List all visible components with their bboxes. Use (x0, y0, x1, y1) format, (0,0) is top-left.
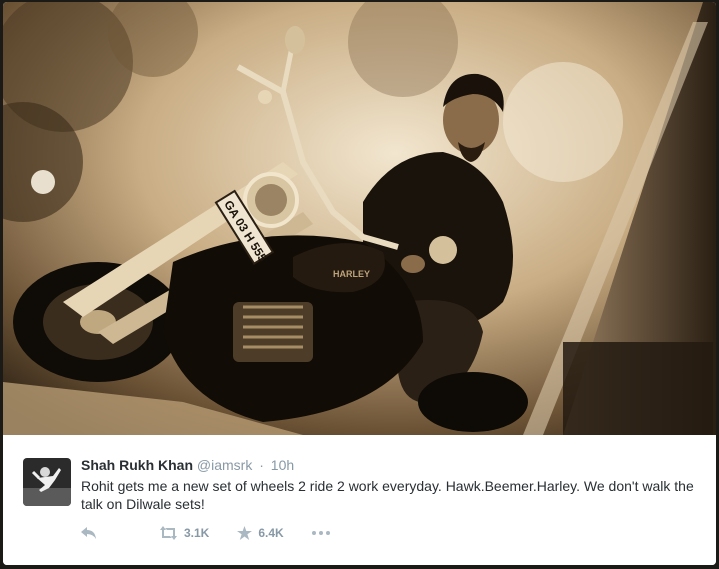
favorite-button[interactable]: 6.4K (237, 526, 284, 540)
tweet-photo[interactable]: HARLEY GA 03 H 555 (3, 2, 716, 435)
retweet-button[interactable]: 3.1K (159, 526, 209, 540)
tweet-card: HARLEY GA 03 H 555 Shah Rukh Khan @iamsr… (3, 2, 716, 565)
display-name[interactable]: Shah Rukh Khan (81, 457, 193, 473)
tweet-body: Shah Rukh Khan @iamsrk · 10h Rohit gets … (3, 435, 716, 565)
avatar-image (23, 458, 71, 506)
photo-image: HARLEY GA 03 H 555 (3, 2, 716, 435)
tweet-text: Rohit gets me a new set of wheels 2 ride… (81, 478, 694, 512)
avatar[interactable] (23, 458, 71, 506)
favorite-count: 6.4K (258, 526, 284, 540)
reply-icon (81, 527, 96, 539)
reply-button[interactable] (81, 526, 97, 540)
separator: · (259, 457, 264, 473)
more-button[interactable] (311, 531, 330, 535)
tank-badge: HARLEY (333, 269, 370, 279)
tweet-actions: 3.1K 6.4K (81, 523, 330, 543)
user-handle[interactable]: @iamsrk (197, 457, 252, 473)
tweet-header: Shah Rukh Khan @iamsrk · 10h (81, 457, 294, 473)
timestamp[interactable]: 10h (271, 457, 294, 473)
retweet-count: 3.1K (184, 526, 210, 540)
more-icon (311, 531, 330, 535)
star-icon (237, 526, 253, 540)
retweet-icon (160, 526, 177, 540)
